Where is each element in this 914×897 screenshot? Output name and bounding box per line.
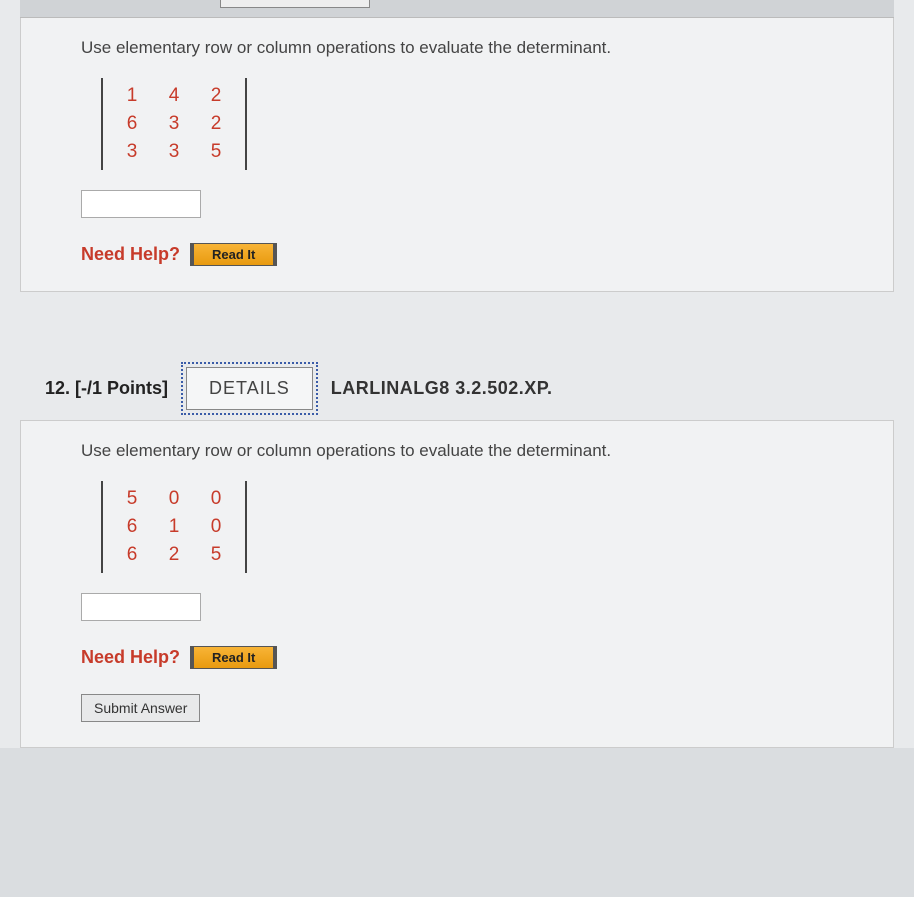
- question-panel-1: Use elementary row or column operations …: [20, 18, 894, 292]
- submit-answer-button[interactable]: Submit Answer: [81, 694, 200, 722]
- matrix-cell: 0: [153, 485, 195, 513]
- need-help-label: Need Help?: [81, 244, 180, 265]
- read-it-button[interactable]: Read It: [190, 243, 277, 266]
- matrix-cell: 6: [111, 541, 153, 569]
- matrix-cell: 0: [195, 513, 237, 541]
- details-button[interactable]: DETAILS: [186, 367, 313, 410]
- question-prompt: Use elementary row or column operations …: [81, 38, 863, 58]
- matrix-cell: 3: [153, 138, 195, 166]
- matrix-cell: 5: [195, 541, 237, 569]
- matrix-cell: 3: [153, 110, 195, 138]
- question-number: 12.: [45, 378, 70, 398]
- question-prompt: Use elementary row or column operations …: [81, 441, 863, 461]
- top-bar: [20, 0, 894, 18]
- matrix-cell: 5: [111, 485, 153, 513]
- matrix-cell: 1: [111, 82, 153, 110]
- answer-input[interactable]: [81, 593, 201, 621]
- matrix-cell: 6: [111, 110, 153, 138]
- answer-input[interactable]: [81, 190, 201, 218]
- question-header-2: 12. [-/1 Points] DETAILS LARLINALG8 3.2.…: [20, 352, 894, 420]
- determinant-matrix: 5 0 0 6 1 0 6 2 5: [101, 481, 247, 573]
- matrix-cell: 5: [195, 138, 237, 166]
- matrix-cell: 4: [153, 82, 195, 110]
- matrix-cell: 1: [153, 513, 195, 541]
- matrix-cell: 0: [195, 485, 237, 513]
- read-it-button[interactable]: Read It: [190, 646, 277, 669]
- determinant-matrix: 1 4 2 6 3 2 3 3 5: [101, 78, 247, 170]
- question-number-points: 12. [-/1 Points]: [45, 378, 168, 399]
- button-stub: [220, 0, 370, 8]
- matrix-cell: 2: [153, 541, 195, 569]
- question-code: LARLINALG8 3.2.502.XP.: [331, 378, 553, 399]
- matrix-cell: 2: [195, 110, 237, 138]
- question-points: [-/1 Points]: [75, 378, 168, 398]
- matrix-cell: 6: [111, 513, 153, 541]
- matrix-cell: 2: [195, 82, 237, 110]
- matrix-cell: 3: [111, 138, 153, 166]
- need-help-label: Need Help?: [81, 647, 180, 668]
- question-panel-2: Use elementary row or column operations …: [20, 420, 894, 748]
